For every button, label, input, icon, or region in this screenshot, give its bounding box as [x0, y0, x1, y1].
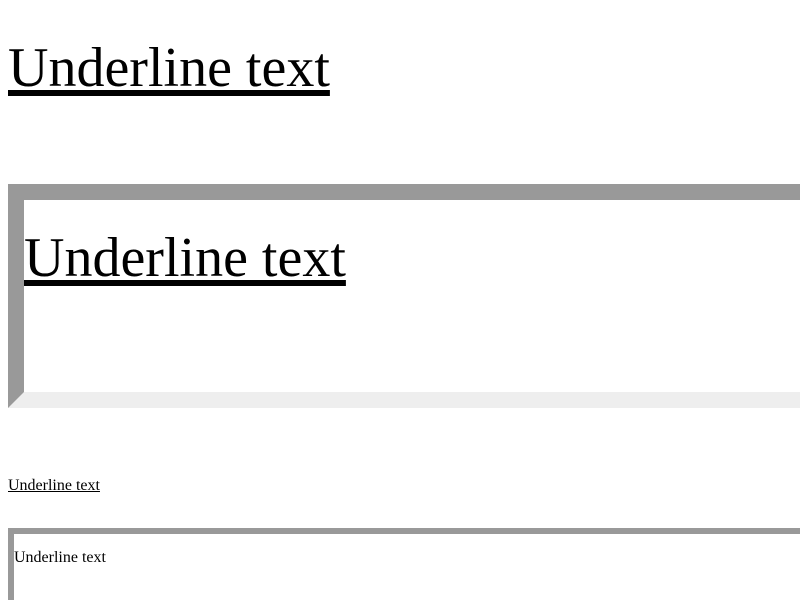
underlined-heading-2: Underline text — [24, 227, 346, 289]
beveled-box-small — [8, 528, 800, 600]
underlined-text-small: Underline text — [8, 477, 100, 494]
boxed-text-small: Underline text — [14, 549, 106, 566]
underlined-heading-1: Underline text — [8, 37, 330, 99]
beveled-box-large — [8, 184, 800, 408]
